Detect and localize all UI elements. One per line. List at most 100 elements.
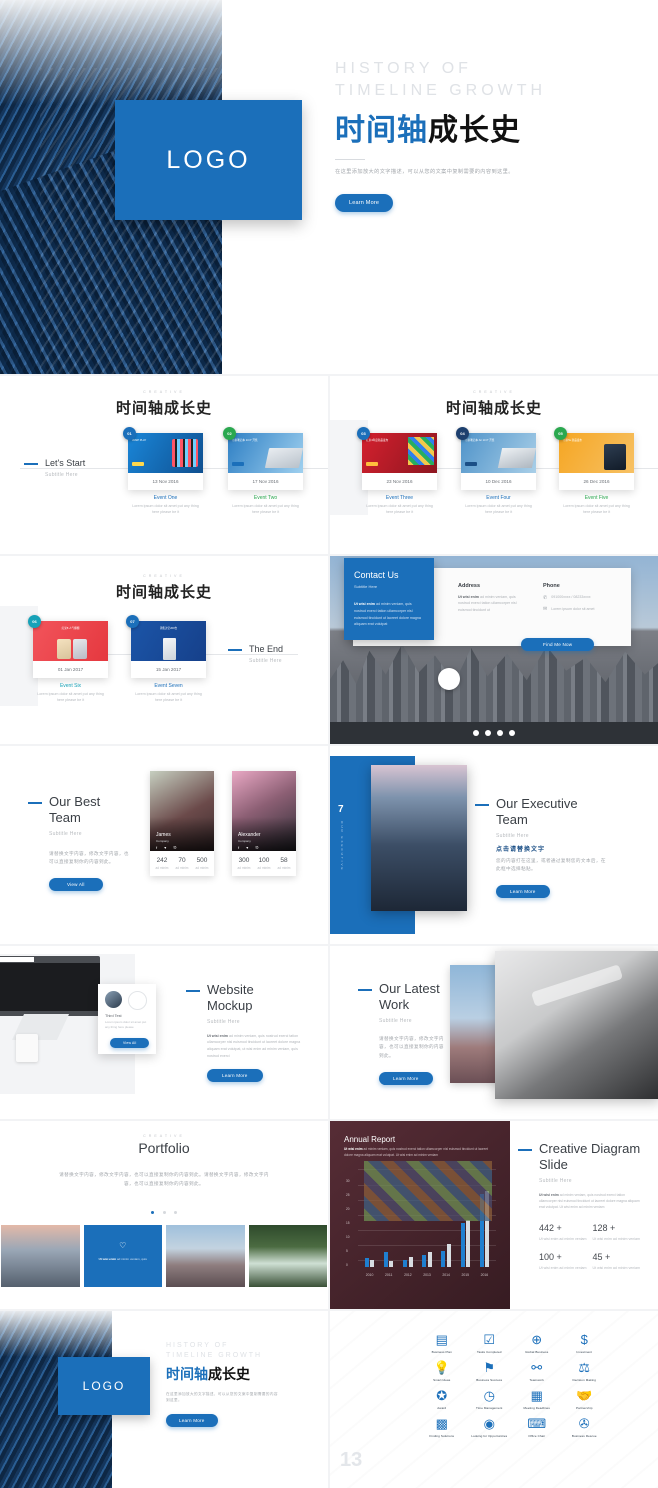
learn-more-button[interactable]: Learn More [379, 1071, 433, 1085]
stat-block: 128 + Ut wisi enim ad minim veniam [592, 1222, 641, 1241]
cover-description: 在这里添加放大的文字描述，可以从您的文案中复制需要的内容到这里。 [335, 169, 514, 176]
slide-contact[interactable]: Address Ut wisi enim ad minim veniam, qu… [330, 556, 658, 744]
icon-cell[interactable]: ▤ Business Plan [418, 1333, 466, 1354]
timeline-event-card[interactable]: 销售过亿200台 15 Jan 2017 07 Event Seven Lore… [126, 615, 206, 704]
icon-label: Business Plan [431, 1350, 452, 1354]
social-icons[interactable]: f ▾ ⅁ [238, 845, 261, 850]
timeline-event-card[interactable]: 红米8 人气爆棚 01 Jan 2017 06 Event Six Lorem … [28, 615, 108, 704]
portfolio-thumb[interactable] [166, 1225, 245, 1287]
bar-group [441, 1243, 451, 1267]
learn-more-button[interactable]: Learn More [335, 194, 394, 213]
icon-cell[interactable]: ⚯ Teamwork [513, 1361, 561, 1382]
icon-label: Teamwork [529, 1378, 544, 1382]
slide-icon-set[interactable]: 13 ▤ Business Plan ☑ Tasks Completed ⊕ Global… [330, 1311, 658, 1488]
diagram-title: Creative Diagram Slide [518, 1141, 646, 1174]
diagram-subtitle: Subtitle Here [539, 1177, 572, 1184]
event-desc: Lorem ipsum dolor sit amet put any thing… [563, 504, 630, 515]
event-name: Event Four [486, 495, 511, 501]
social-dot[interactable] [473, 730, 479, 736]
event-badge: 01 [123, 427, 136, 440]
heart-icon: ♡ [119, 1241, 127, 1250]
event-desc: Lorem ipsum dolor sit amet put any thing… [232, 504, 299, 515]
icon-cell[interactable]: ⊕ Global Business [513, 1333, 561, 1354]
timeline-event-card[interactable]: 小米笔记本 Air 13.3″ 开售 10 Dec 2016 04 Event … [456, 427, 536, 516]
timeline-event-card[interactable]: 红米4年度新品发布 23 Nov 2016 03 Event Three Lor… [357, 427, 437, 516]
card-view-all-button[interactable]: View All [110, 1038, 150, 1048]
icon-cell[interactable]: ✇ Business Rescue [561, 1417, 609, 1438]
find-me-now-button[interactable]: Find Me Now [521, 638, 595, 651]
team-title: Our Best Team [28, 794, 138, 827]
social-icons[interactable]: f ▾ ⅁ [156, 845, 179, 850]
icon-cell[interactable]: ▦ Meeting Deadlines [513, 1389, 561, 1410]
icon-cell[interactable]: ⌨ Office Chair [513, 1417, 561, 1438]
carousel-dots[interactable] [0, 1201, 328, 1219]
icon-cell[interactable]: ☑ Tasks Completed [466, 1333, 514, 1354]
slide-executive-team[interactable]: 7 OUR EXECUTIVE Our Executive Team Subti… [330, 746, 658, 944]
slide-cover[interactable]: LOGO HISTORY OF TIMELINE GROWTH 时间轴成长史 在… [0, 0, 658, 374]
icon-cell[interactable]: ⚑ Business Success [466, 1361, 514, 1382]
event-badge: 07 [126, 615, 139, 628]
portfolio-thumb[interactable] [1, 1225, 80, 1287]
start-subtitle: Subtitle Here [45, 472, 78, 478]
learn-more-button[interactable]: Learn More [166, 1414, 218, 1428]
section-title: 时间轴成长史 [115, 399, 212, 417]
member-stat: 100 ad minim [257, 857, 271, 870]
slide-timeline-3[interactable]: CREATIVE 时间轴成长史 红米8 人气爆棚 01 Jan 2017 06 … [0, 556, 328, 744]
card-desc: Lorem ipsum dolor sit amet put any thing… [105, 1020, 147, 1030]
slide-creative-diagram[interactable]: Annual Report Ut wisi enim ad minim veni… [330, 1121, 658, 1309]
icon-cell[interactable]: ⚖ Decision Making [561, 1361, 609, 1382]
contact-blue-panel: Contact Us Subtitle Here Ut wisi enim ad… [344, 558, 434, 640]
slide-latest-work[interactable]: Our Latest Work Subtitle Here 请替换文字内容，修改… [330, 946, 658, 1119]
icon-cell[interactable]: ◉ Looking for Opportunities [466, 1417, 514, 1438]
kicker: CREATIVE [143, 574, 185, 578]
event-date: 10 Dec 2016 [485, 479, 512, 484]
icon-cell[interactable]: 🤝 Partnership [561, 1389, 609, 1410]
learn-more-button[interactable]: Learn More [496, 884, 550, 898]
thumb-caption: 销售过亿200台 [159, 627, 178, 630]
event-date: 15 Jan 2017 [155, 667, 182, 672]
logo-text: LOGO [166, 145, 251, 174]
map-marker-icon[interactable] [438, 668, 460, 690]
dash-icon [186, 989, 200, 992]
icon-grid: ▤ Business Plan ☑ Tasks Completed ⊕ Global Bu… [418, 1333, 608, 1438]
carousel-dot[interactable] [162, 1211, 166, 1215]
latest-work-description: 请替换文字内容，修改文字内容，也可以直接复制你的内容到此。 [379, 1036, 444, 1059]
slide-best-team[interactable]: Our Best Team Subtitle Here 请替换文字内容，修改文字… [0, 746, 328, 944]
imac-screen [0, 956, 100, 1016]
bar [446, 1243, 451, 1267]
icon-label: Meeting Deadlines [523, 1406, 551, 1410]
timeline-event-card[interactable]: JUMP PLAY 13 Nov 2016 01 Event One Lorem… [123, 427, 203, 516]
mockup-card[interactable]: Third Test Lorem ipsum dolor sit amet pu… [98, 984, 156, 1054]
social-dot[interactable] [509, 730, 515, 736]
carousel-dot[interactable] [173, 1211, 177, 1215]
timeline-event-card[interactable]: 小米笔记本 13.3″ 开售 17 Nov 2016 02 Event Two … [223, 427, 303, 516]
portfolio-thumb-featured[interactable]: ♡ Ut wisi enim ad minim veniam, quis [83, 1225, 162, 1287]
event-date: 13 Nov 2016 [152, 479, 179, 484]
icon-cell[interactable]: ▩ Finding Solutions [418, 1417, 466, 1438]
bar [460, 1223, 465, 1267]
carousel-dot-active[interactable] [151, 1211, 155, 1215]
closing-title: 时间轴成长史 [166, 1366, 250, 1383]
stat-block: 442 + Ut wisi enim ad minim veniam [539, 1222, 587, 1241]
slide-portfolio[interactable]: CREATIVE Portfolio 请替换文字内容，修改文字内容，也可以直接复… [0, 1121, 328, 1309]
team-member-card[interactable]: Alexander Company f ▾ ⅁ 300 ad minim 100 a… [232, 771, 296, 876]
slide-closing[interactable]: LOGO HISTORY OF TIMELINE GROWTH 时间轴成长史 在… [0, 1311, 328, 1488]
portfolio-thumb[interactable] [248, 1225, 327, 1287]
view-all-button[interactable]: View All [49, 877, 103, 891]
slide-website-mockup[interactable]: Third Test Lorem ipsum dolor sit amet pu… [0, 946, 328, 1119]
icon-cell[interactable]: $ Investment [561, 1333, 609, 1354]
social-dot[interactable] [497, 730, 503, 736]
member-stat: 242 ad minim [155, 857, 169, 870]
team-member-card[interactable]: James Company f ▾ ⅁ 242 ad minim 70 ad min… [150, 771, 214, 876]
thumb-caption: 小米5s 新品发布 [563, 439, 583, 442]
icon-cell[interactable]: ◷ Time Management [466, 1389, 514, 1410]
slide-timeline-1[interactable]: CREATIVE 时间轴成长史 Let's Start Subtitle Her… [0, 376, 328, 554]
social-dot[interactable] [485, 730, 491, 736]
learn-more-button[interactable]: Learn More [207, 1068, 263, 1082]
timeline-event-card[interactable]: 小米5s 新品发布 26 Dec 2016 05 Event Five Lore… [554, 427, 634, 516]
team-description: 请替换文字内容，修改文字内容，也可以直接复制你的内容到此。 [49, 851, 129, 866]
slide-timeline-2[interactable]: CREATIVE 时间轴成长史 红米4年度新品发布 23 Nov 2016 03… [330, 376, 658, 554]
finding-solutions-icon: ▩ [435, 1416, 448, 1431]
icon-cell[interactable]: 💡 Smart Ideas [418, 1361, 466, 1382]
icon-cell[interactable]: ✪ Award [418, 1389, 466, 1410]
